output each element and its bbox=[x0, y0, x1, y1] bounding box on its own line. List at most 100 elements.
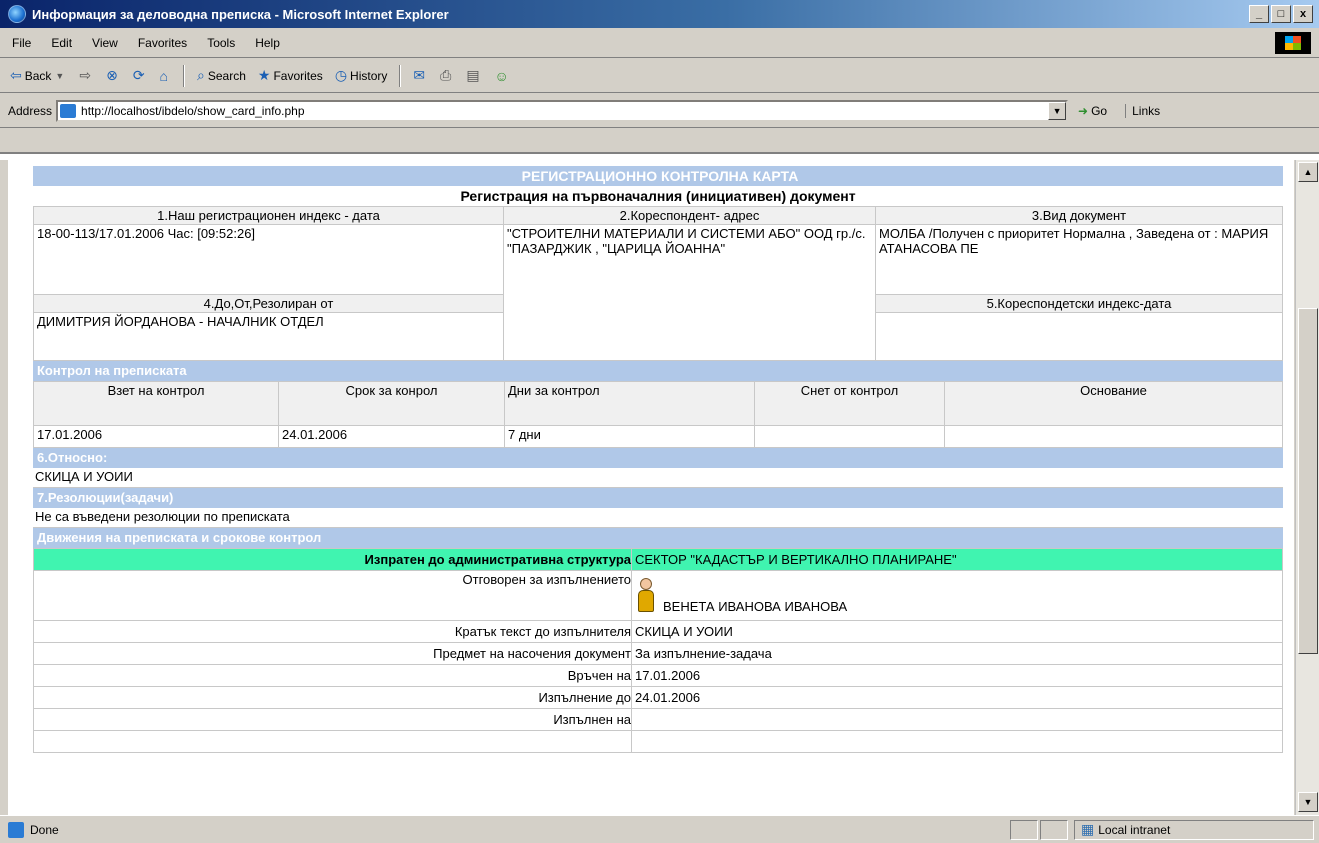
close-button[interactable]: x bbox=[1293, 5, 1313, 23]
refresh-icon: ⟳ bbox=[132, 67, 145, 83]
toolbar-separator bbox=[183, 64, 186, 87]
header-doc-type: 3.Вид документ bbox=[875, 206, 1283, 225]
control-header: Дни за контрол bbox=[504, 381, 755, 426]
menu-edit[interactable]: Edit bbox=[51, 36, 72, 50]
print-button[interactable]: ⎙ bbox=[440, 67, 454, 84]
menu-view[interactable]: View bbox=[92, 36, 118, 50]
vertical-scrollbar[interactable]: ▲ ▼ bbox=[1295, 160, 1319, 815]
control-header: Взет на контрол bbox=[33, 381, 279, 426]
control-header: Основание bbox=[944, 381, 1283, 426]
history-button[interactable]: ◷ History bbox=[335, 67, 388, 84]
back-arrow-icon: ⇦ bbox=[10, 67, 22, 83]
regarding-band: 6.Относно: bbox=[33, 448, 1283, 468]
responsible-value: ВЕНЕТА ИВАНОВА ИВАНОВА bbox=[663, 598, 848, 614]
viewport-top-border bbox=[0, 152, 1319, 160]
edit-button[interactable]: ▤ bbox=[466, 67, 482, 84]
done-value bbox=[631, 708, 1283, 731]
security-zone: ▦ Local intranet bbox=[1074, 819, 1314, 840]
control-value: 24.01.2006 bbox=[278, 425, 505, 448]
address-url[interactable]: http://localhost/ibdelo/show_card_info.p… bbox=[81, 104, 1048, 118]
page-icon bbox=[60, 103, 77, 118]
page-viewport: РЕГИСТРАЦИОННО КОНТРОЛНА КАРТА Регистрац… bbox=[8, 160, 1294, 815]
subject-label: Предмет на насочения документ bbox=[33, 642, 632, 665]
user-icon bbox=[635, 577, 657, 614]
delivered-label: Връчен на bbox=[33, 664, 632, 687]
next-row-value bbox=[631, 730, 1283, 753]
responsible-cell: ВЕНЕТА ИВАНОВА ИВАНОВА bbox=[631, 570, 1283, 621]
standard-toolbar: ⇦ Back ▼ ⇨ ⊗ ⟳ ⌂ ⌕ Search ★ Favorites ◷ … bbox=[0, 59, 1319, 93]
status-done: Done bbox=[0, 821, 1010, 838]
value-doc-type: МОЛБА /Получен с приоритет Нормална , За… bbox=[875, 224, 1283, 295]
back-button[interactable]: ⇦ Back ▼ bbox=[10, 67, 67, 84]
stop-button[interactable]: ⊗ bbox=[106, 67, 121, 84]
menu-bar: File Edit View Favorites Tools Help bbox=[0, 28, 1319, 58]
value-corr-index bbox=[875, 312, 1283, 361]
control-header: Снет от контрол bbox=[754, 381, 945, 426]
due-label: Изпълнение до bbox=[33, 686, 632, 709]
header-corr-index: 5.Кореспондетски индекс-дата bbox=[875, 294, 1283, 313]
refresh-button[interactable]: ⟳ bbox=[133, 67, 148, 84]
menu-tools[interactable]: Tools bbox=[207, 36, 235, 50]
value-our-index: 18-00-113/17.01.2006 Час: [09:52:26] bbox=[33, 224, 504, 295]
short-text-value: СКИЦА И УОИИ bbox=[631, 620, 1283, 643]
value-correspondent: "СТРОИТЕЛНИ МАТЕРИАЛИ И СИСТЕМИ АБО" ООД… bbox=[503, 224, 876, 361]
address-input[interactable]: http://localhost/ibdelo/show_card_info.p… bbox=[56, 99, 1069, 122]
forward-button[interactable]: ⇨ bbox=[79, 67, 94, 84]
maximize-button[interactable]: □ bbox=[1271, 5, 1291, 23]
control-header: Срок за конрол bbox=[278, 381, 505, 426]
page-done-icon bbox=[8, 821, 24, 838]
regarding-text: СКИЦА И УОИИ bbox=[33, 468, 1283, 488]
short-text-label: Кратък текст до изпълнителя bbox=[33, 620, 632, 643]
responsible-label: Отговорен за изпълнението bbox=[33, 570, 632, 621]
mail-button[interactable]: ✉ bbox=[413, 67, 428, 84]
search-button[interactable]: ⌕ Search bbox=[197, 67, 246, 84]
menu-help[interactable]: Help bbox=[255, 36, 280, 50]
control-band: Контрол на преписката bbox=[33, 361, 1283, 381]
links-button[interactable]: Links bbox=[1125, 103, 1160, 118]
due-value: 24.01.2006 bbox=[631, 686, 1283, 709]
registration-table: 1.Наш регистрационен индекс - дата 2.Кор… bbox=[33, 206, 1283, 361]
control-value: 7 дни bbox=[504, 425, 755, 448]
print-icon: ⎙ bbox=[440, 67, 452, 83]
forward-arrow-icon: ⇨ bbox=[79, 67, 92, 83]
title-bar: Информация за деловодна преписка - Micro… bbox=[0, 0, 1319, 28]
go-button[interactable]: ➜ Go bbox=[1078, 104, 1107, 118]
next-row-label bbox=[33, 730, 632, 753]
card-subtitle: Регистрация на първоначалния (инициативе… bbox=[460, 188, 856, 204]
menu-favorites[interactable]: Favorites bbox=[138, 36, 187, 50]
favorites-icon: ★ bbox=[257, 67, 271, 83]
go-arrow-icon: ➜ bbox=[1078, 103, 1089, 118]
stop-icon: ⊗ bbox=[106, 67, 118, 83]
header-correspondent: 2.Кореспондент- адрес bbox=[503, 206, 876, 225]
movement-table: Изпратен до административна структура СЕ… bbox=[33, 548, 1283, 753]
scroll-up-button[interactable]: ▲ bbox=[1298, 162, 1318, 182]
home-icon: ⌂ bbox=[159, 67, 169, 84]
movement-band: Движения на преписката и срокове контрол bbox=[33, 528, 1283, 548]
messenger-icon: ☺ bbox=[494, 67, 509, 84]
card-content: РЕГИСТРАЦИОННО КОНТРОЛНА КАРТА Регистрац… bbox=[33, 166, 1283, 753]
header-our-index: 1.Наш регистрационен индекс - дата bbox=[33, 206, 504, 225]
address-dropdown-button[interactable]: ▼ bbox=[1048, 101, 1067, 120]
toolbar-separator bbox=[399, 64, 402, 87]
messenger-button[interactable]: ☺ bbox=[495, 68, 512, 84]
card-title: РЕГИСТРАЦИОННО КОНТРОЛНА КАРТА bbox=[33, 166, 1283, 186]
home-button[interactable]: ⌂ bbox=[160, 68, 171, 84]
value-to-from: ДИМИТРИЯ ЙОРДАНОВА - НАЧАЛНИК ОТДЕЛ bbox=[33, 312, 504, 361]
status-bar: Done ▦ Local intranet bbox=[0, 815, 1319, 843]
subject-value: За изпълнение-задача bbox=[631, 642, 1283, 665]
intranet-icon: ▦ bbox=[1081, 821, 1095, 837]
minimize-button[interactable]: _ bbox=[1249, 5, 1269, 23]
scroll-down-button[interactable]: ▼ bbox=[1298, 792, 1318, 812]
done-label: Изпълнен на bbox=[33, 708, 632, 731]
sent-label: Изпратен до административна структура bbox=[33, 548, 632, 571]
resolutions-band: 7.Резолюции(задачи) bbox=[33, 488, 1283, 508]
search-icon: ⌕ bbox=[197, 67, 205, 83]
control-value: 17.01.2006 bbox=[33, 425, 279, 448]
status-cell bbox=[1040, 819, 1068, 840]
address-label: Address bbox=[8, 103, 53, 118]
favorites-button[interactable]: ★ Favorites bbox=[258, 67, 323, 84]
scroll-thumb[interactable] bbox=[1298, 308, 1318, 654]
control-value bbox=[754, 425, 945, 448]
mail-icon: ✉ bbox=[413, 67, 426, 83]
menu-file[interactable]: File bbox=[12, 36, 31, 50]
